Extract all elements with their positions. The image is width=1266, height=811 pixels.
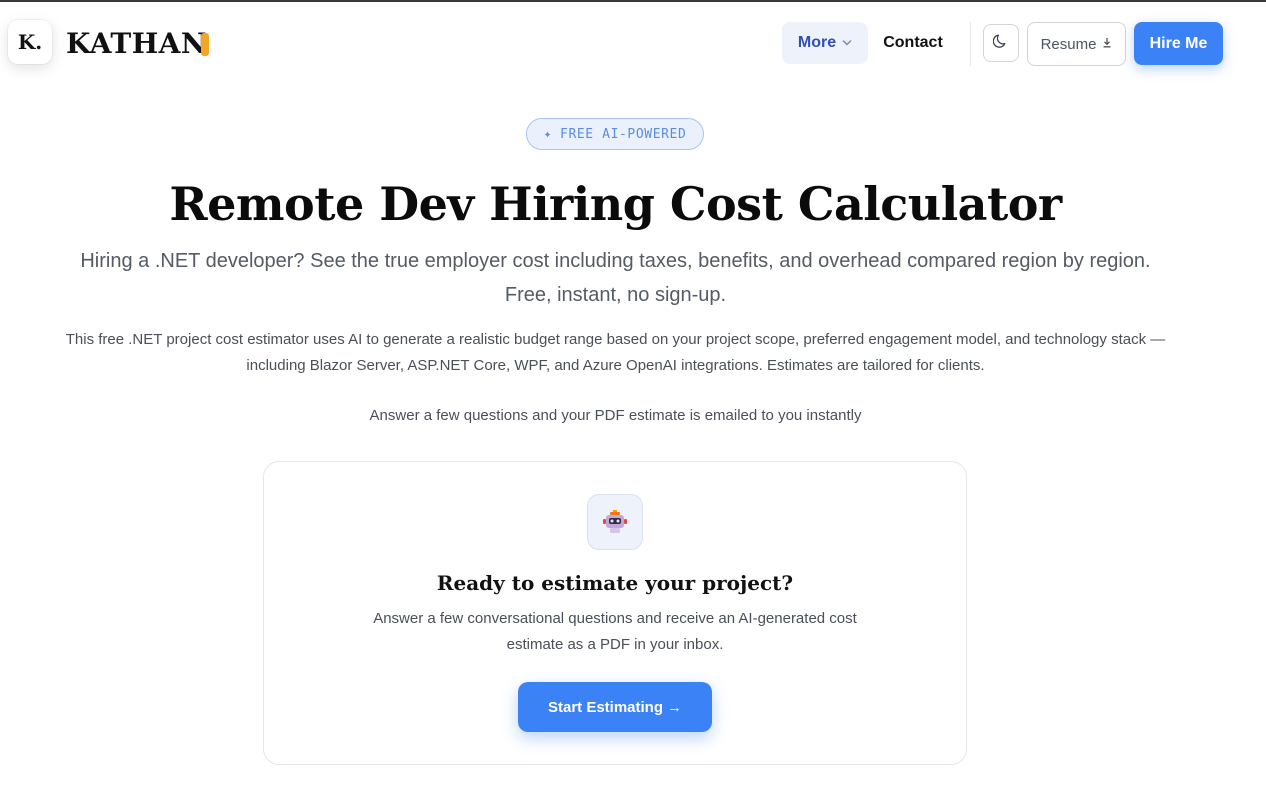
page-title: Remote Dev Hiring Cost Calculator — [169, 177, 1062, 231]
arrow-right-icon: → — [667, 698, 683, 716]
theme-toggle-button[interactable] — [983, 24, 1019, 62]
page-description: This free .NET project cost estimator us… — [65, 331, 1166, 374]
nav-divider — [970, 22, 971, 66]
resume-download-button[interactable]: Resume — [1027, 22, 1126, 66]
download-icon — [1102, 37, 1112, 51]
ai-powered-badge: ✦ FREE AI-POWERED — [526, 118, 704, 150]
chevron-down-icon — [842, 38, 852, 49]
logo-accent-bar — [201, 33, 209, 56]
badge-label: FREE AI-POWERED — [560, 126, 687, 142]
pdf-note: Answer a few questions and your PDF esti… — [369, 407, 862, 424]
card-text: Answer a few conversational questions an… — [373, 610, 857, 653]
logo-text[interactable]: KATHAN — [66, 26, 207, 62]
hire-me-button[interactable]: Hire Me — [1134, 22, 1223, 65]
nav-more-dropdown[interactable]: More — [782, 22, 868, 64]
card-title: Ready to estimate your project? — [436, 571, 794, 595]
logo-mark[interactable]: K. — [8, 20, 52, 64]
moon-icon — [992, 33, 1009, 54]
nav-contact-link[interactable]: Contact — [876, 22, 950, 64]
resume-label: Resume — [1040, 35, 1097, 53]
page-subtitle: Hiring a .NET developer? See the true em… — [80, 250, 1151, 306]
estimate-card: Ready to estimate your project? Answer a… — [263, 461, 967, 765]
site-header: K. KATHAN More Contact Resume Hire Me — [0, 2, 1266, 86]
start-estimating-label: Start Estimating — [547, 698, 664, 716]
robot-icon — [587, 494, 643, 550]
sparkle-icon: ✦ — [543, 126, 553, 142]
nav-more-label: More — [797, 34, 837, 51]
start-estimating-button[interactable]: Start Estimating → — [518, 682, 712, 732]
